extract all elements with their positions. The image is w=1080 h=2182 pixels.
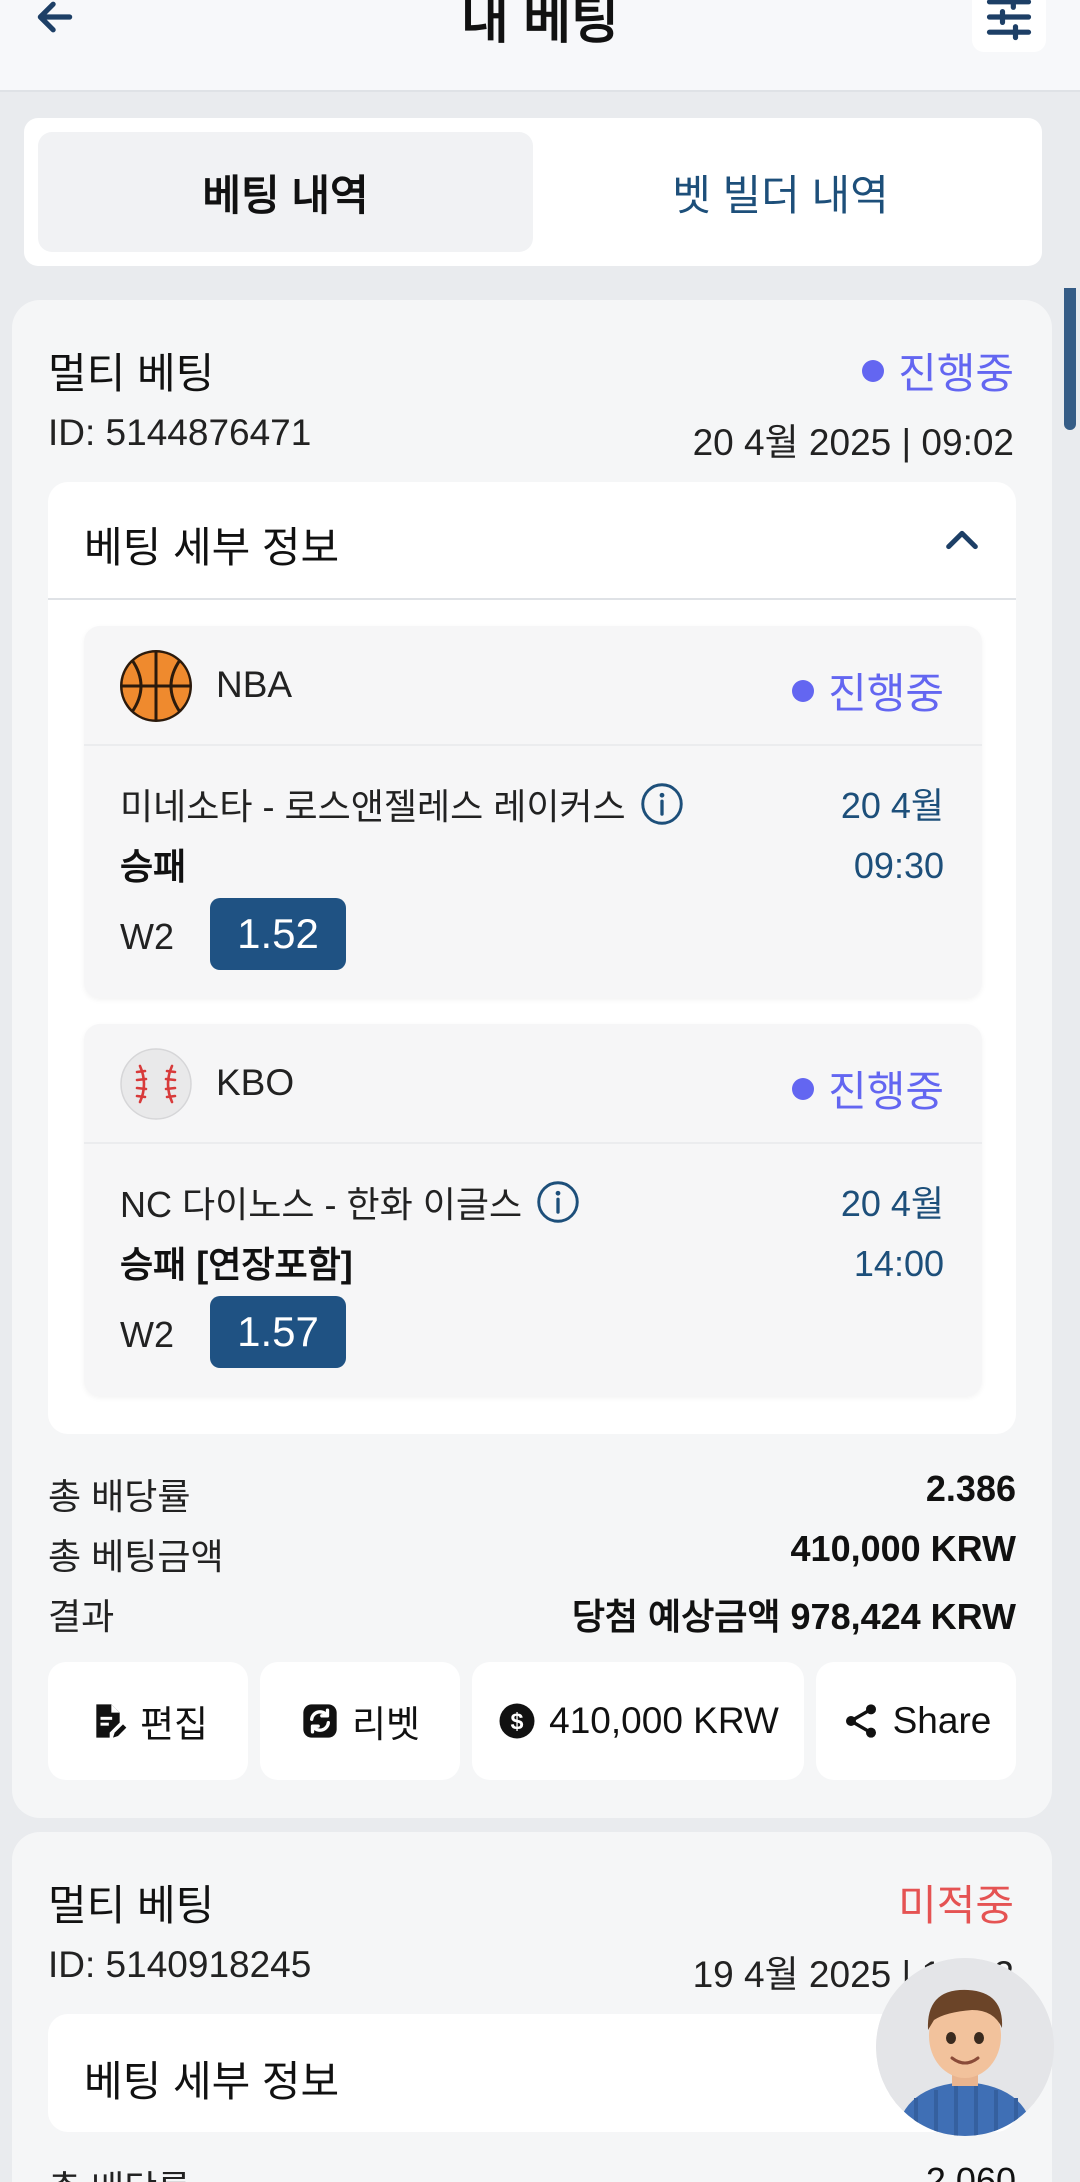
- summary-total-odds: 총 배당률 2.060: [48, 2160, 1016, 2182]
- edit-button[interactable]: 편집: [48, 1662, 248, 1780]
- leg-date-time: 09:30: [853, 845, 944, 886]
- bet-id: ID: 5140918245: [48, 1944, 312, 1985]
- total-stake-value: 410,000 KRW: [790, 1528, 1016, 1569]
- pick-label: W2: [120, 1314, 174, 1355]
- market-label: 승패: [120, 846, 187, 887]
- tab-bet-history[interactable]: 베팅 내역: [38, 132, 533, 252]
- result-value: 당첨 예상금액 978,424 KRW: [571, 1596, 1016, 1637]
- bet-id: ID: 5144876471: [48, 412, 312, 453]
- pick-label: W2: [120, 916, 174, 957]
- dollar-coin-icon: $: [499, 1703, 535, 1739]
- bet-type: 멀티 베팅: [48, 1882, 215, 1929]
- leg-status-badge: 진행중: [792, 1058, 944, 1119]
- match-name: 미네소타 - 로스앤젤레스 레이커스: [120, 778, 684, 830]
- leg-header: KBO 진행중: [84, 1024, 982, 1144]
- share-label: Share: [892, 1700, 992, 1741]
- filter-button[interactable]: [972, 0, 1046, 52]
- odds-badge: 1.52: [210, 898, 346, 970]
- total-odds-value: 2.060: [925, 2160, 1016, 2182]
- summary-total-stake: 총 베팅금액 410,000 KRW: [48, 1528, 1016, 1580]
- league-name: KBO: [216, 1062, 295, 1103]
- league-name: NBA: [216, 664, 293, 705]
- bet-leg: KBO 진행중 NC 다이노스 - 한화 이글스 승패 [연장포함] 20 4월…: [84, 1024, 982, 1396]
- bet-type: 멀티 베팅: [48, 350, 215, 397]
- bet-details-toggle[interactable]: 베팅 세부 정보: [48, 482, 1016, 600]
- result-label: 결과: [48, 1596, 115, 1637]
- leg-date-day: 20 4월: [840, 785, 944, 826]
- rebet-label: 리벳: [351, 1704, 421, 1745]
- info-icon[interactable]: [536, 1180, 580, 1224]
- odds-badge: 1.57: [210, 1296, 346, 1368]
- total-stake-label: 총 베팅금액: [48, 1536, 224, 1577]
- info-icon[interactable]: [640, 782, 684, 826]
- match-label: 미네소타 - 로스앤젤레스 레이커스: [120, 786, 626, 827]
- status-badge: 미적중: [898, 1882, 1014, 1929]
- rebet-button[interactable]: 리벳: [260, 1662, 460, 1780]
- leg-date: 20 4월 14:00: [841, 1174, 944, 1294]
- leg-status-label: 진행중: [828, 1068, 944, 1115]
- baseball-icon: [120, 1048, 192, 1120]
- bet-card: 멀티 베팅 진행중 ID: 5144876471 20 4월 2025 | 09…: [12, 300, 1052, 1818]
- total-odds-label: 총 배당률: [48, 2168, 190, 2182]
- svg-text:$: $: [511, 1708, 524, 1734]
- chevron-up-icon: [946, 530, 978, 550]
- status-label: 진행중: [898, 350, 1014, 397]
- bet-details-toggle[interactable]: 베팅 세부 정보: [48, 2014, 1016, 2132]
- leg-status-label: 진행중: [828, 670, 944, 717]
- total-odds-label: 총 배당률: [48, 1476, 191, 1517]
- basketball-icon: [120, 650, 192, 722]
- match-label: NC 다이노스 - 한화 이글스: [120, 1184, 523, 1225]
- bet-details-panel: 베팅 세부 정보 NBA 진행중 미네소타 - 로스앤젤레스 레이커스 승패 2…: [48, 482, 1016, 1434]
- market-label: 승패 [연장포함]: [120, 1244, 353, 1285]
- sliders-icon: [986, 0, 1032, 41]
- leg-date-time: 14:00: [853, 1243, 944, 1284]
- leg-header: NBA 진행중: [84, 626, 982, 746]
- summary-total-odds: 총 배당률 2.386: [48, 1468, 1016, 1520]
- tab-bar: 베팅 내역 벳 빌더 내역: [24, 118, 1042, 266]
- bet-leg: NBA 진행중 미네소타 - 로스앤젤레스 레이커스 승패 20 4월 09:3…: [84, 626, 982, 998]
- status-dot-icon: [862, 359, 885, 382]
- summary-result: 결과 당첨 예상금액 978,424 KRW: [48, 1588, 1016, 1640]
- edit-label: 편집: [139, 1704, 209, 1745]
- avatar-illustration: [876, 1958, 1054, 2136]
- match-name: NC 다이노스 - 한화 이글스: [120, 1176, 580, 1228]
- cashout-button[interactable]: $ 410,000 KRW: [472, 1662, 804, 1780]
- bet-details-title: 베팅 세부 정보: [84, 2058, 340, 2105]
- status-dot-icon: [792, 1077, 815, 1100]
- tabs-container: 베팅 내역 벳 빌더 내역: [0, 92, 1080, 288]
- total-odds-value: 2.386: [925, 1468, 1016, 1509]
- cashout-label: 410,000 KRW: [549, 1700, 779, 1741]
- leg-date: 20 4월 09:30: [841, 776, 944, 896]
- app-header: 내 베팅: [0, 0, 1080, 92]
- status-badge: 진행중: [862, 340, 1014, 401]
- refresh-icon: [303, 1704, 337, 1738]
- leg-date-day: 20 4월: [840, 1183, 944, 1224]
- bet-actions: 편집 리벳 $ 410,000 KRW Share: [48, 1662, 1016, 1780]
- bet-date: 20 4월 2025 | 09:02: [692, 422, 1014, 463]
- tab-bet-builder-history[interactable]: 벳 빌더 내역: [533, 132, 1028, 252]
- status-dot-icon: [792, 679, 815, 702]
- edit-document-icon: [96, 1704, 127, 1738]
- page-title: 내 베팅: [461, 0, 619, 50]
- share-button[interactable]: Share: [816, 1662, 1016, 1780]
- bet-details-title: 베팅 세부 정보: [84, 524, 340, 571]
- assistant-avatar-button[interactable]: [876, 1958, 1054, 2136]
- share-icon: [845, 1704, 876, 1738]
- leg-status-badge: 진행중: [792, 660, 944, 721]
